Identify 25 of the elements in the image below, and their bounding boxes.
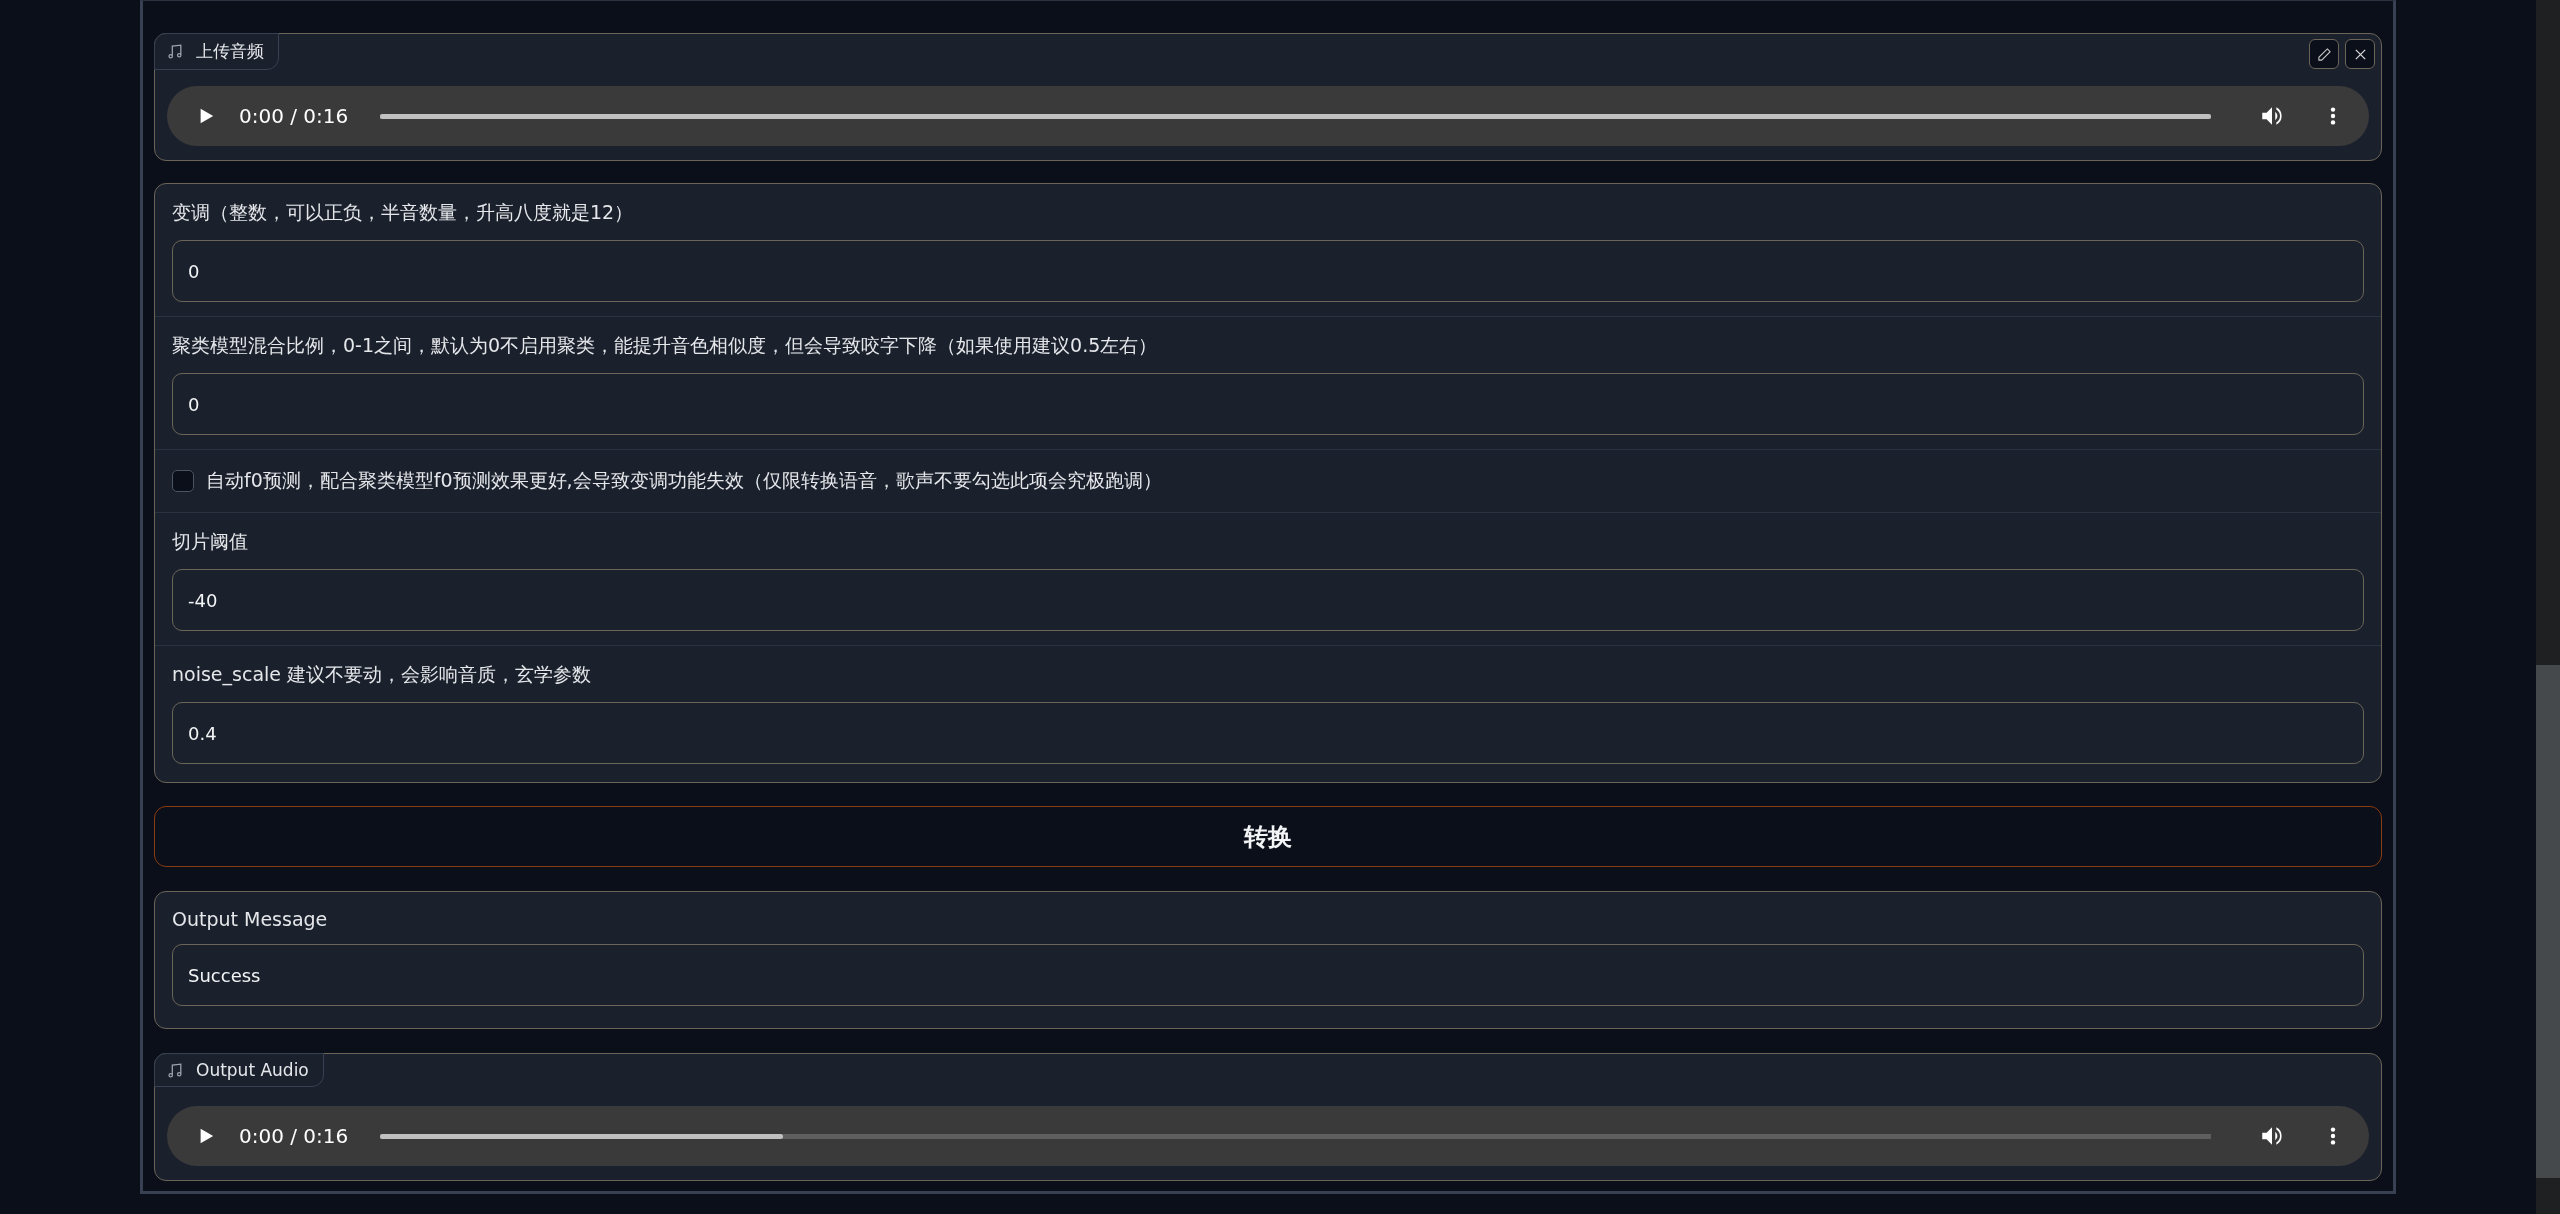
checkbox[interactable] xyxy=(172,470,194,492)
label-text: 上传音频 xyxy=(196,40,264,63)
field-label: 聚类模型混合比例，0-1之间，默认为0不启用聚类，能提升音色相似度，但会导致咬字下降（如果使用建议0.5左右） xyxy=(172,333,1159,358)
edit-button[interactable] xyxy=(2309,39,2339,69)
scrollbar-thumb[interactable] xyxy=(2536,665,2560,1178)
convert-button[interactable]: 转换 xyxy=(154,806,2382,867)
music-note-icon xyxy=(167,43,184,60)
number-input-field[interactable]: -40 xyxy=(172,569,2364,631)
number-input-field[interactable]: 0 xyxy=(172,240,2364,302)
more-options-icon[interactable] xyxy=(2329,1125,2337,1147)
field-label: noise_scale 建议不要动，会影响音质，玄学参数 xyxy=(172,662,593,688)
checkbox-label: 自动f0预测，配合聚类模型f0预测效果更好,会导致变调功能失效（仅限转换语音，歌声不要勾选此项会究极跑调） xyxy=(206,468,1162,493)
music-note-icon xyxy=(167,1061,184,1079)
number-input-field[interactable]: 0.4 xyxy=(172,702,2364,764)
field-label: 切片阈值 xyxy=(172,529,249,554)
more-options-icon[interactable] xyxy=(2329,105,2337,127)
close-button[interactable] xyxy=(2345,39,2375,69)
pencil-icon xyxy=(2316,46,2332,62)
audio-time: 0:00 / 0:16 xyxy=(239,1124,349,1148)
output-message-field[interactable]: Success xyxy=(172,944,2364,1006)
audio-time: 0:00 / 0:16 xyxy=(239,104,349,128)
field-label: Output Message xyxy=(172,908,329,930)
field-label: 变调（整数，可以正负，半音数量，升高八度就是12） xyxy=(172,200,635,225)
label-text: Output Audio xyxy=(196,1060,309,1080)
number-input-field[interactable]: 0 xyxy=(172,373,2364,435)
